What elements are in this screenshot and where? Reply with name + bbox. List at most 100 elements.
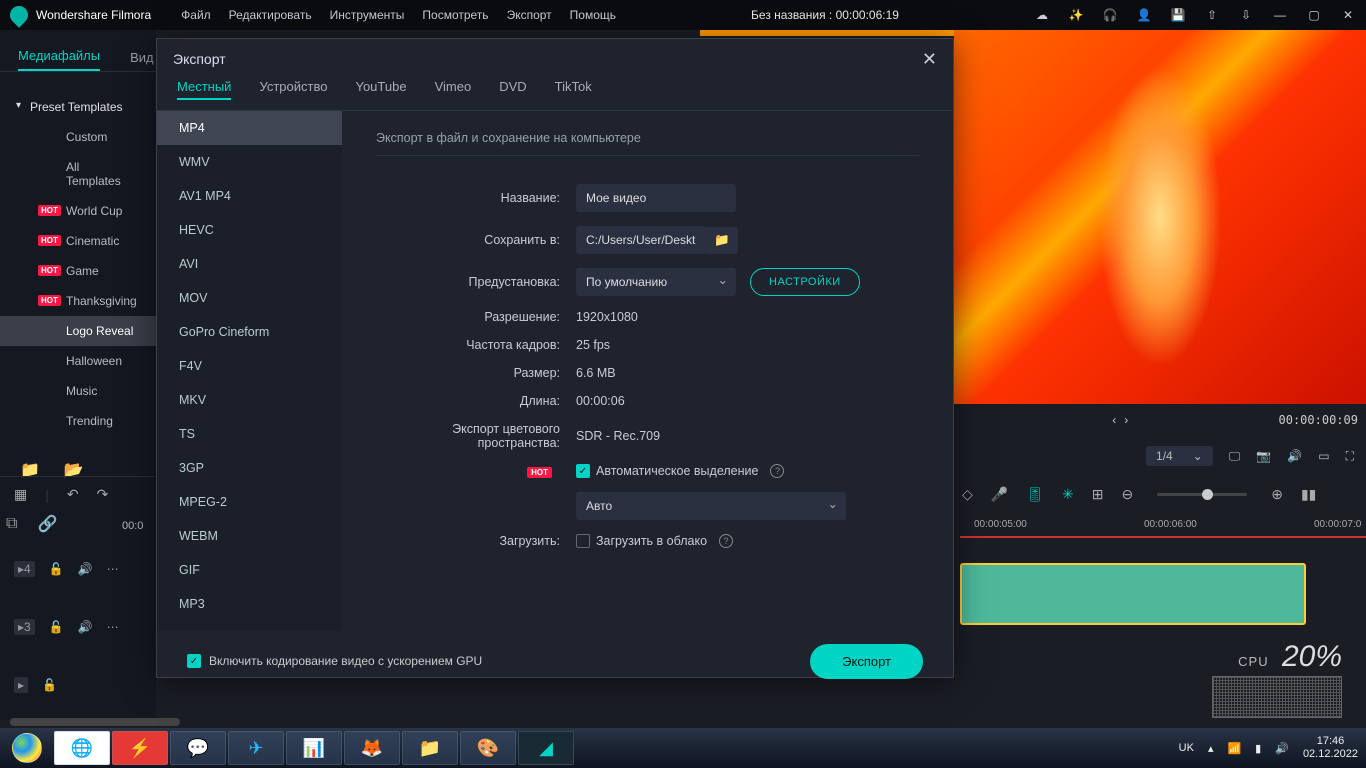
undo-icon[interactable]: ↶ bbox=[67, 486, 79, 503]
sidebar-tab-other[interactable]: Вид bbox=[130, 50, 154, 71]
volume-icon[interactable]: 🔊 bbox=[1287, 449, 1302, 463]
zoom-out-icon[interactable]: ⊖ bbox=[1121, 486, 1133, 503]
sparkle-icon[interactable]: ✨ bbox=[1068, 7, 1084, 23]
lock-icon[interactable]: 🔓 bbox=[49, 620, 64, 634]
format-gopro-cineform[interactable]: GoPro Cineform bbox=[157, 315, 342, 349]
gpu-checkbox[interactable]: ✓ bbox=[187, 654, 201, 668]
nav-arrow-left-icon[interactable]: ‹ bbox=[1112, 413, 1116, 427]
export-tab-vimeo[interactable]: Vimeo bbox=[435, 79, 472, 100]
format-mov[interactable]: MOV bbox=[157, 281, 342, 315]
browse-folder-icon[interactable]: 📁 bbox=[706, 227, 738, 254]
taskbar-telegram[interactable]: ✈ bbox=[228, 731, 284, 765]
battery-icon[interactable]: ▮ bbox=[1255, 742, 1261, 755]
lock-icon[interactable]: 🔓 bbox=[42, 678, 57, 692]
tray-chevron-icon[interactable]: ▴ bbox=[1208, 742, 1214, 755]
name-input[interactable] bbox=[576, 184, 736, 212]
timeline-ruler[interactable]: 00:00:05:00 00:00:06:00 00:00:07:0 bbox=[954, 512, 1366, 536]
monitor-icon[interactable]: 🖵 bbox=[1229, 449, 1241, 464]
redo-icon[interactable]: ↷ bbox=[97, 486, 109, 503]
sidebar-item-music[interactable]: Music bbox=[0, 376, 156, 406]
info-icon[interactable]: ? bbox=[719, 534, 733, 548]
settings-button[interactable]: НАСТРОЙКИ bbox=[750, 268, 860, 296]
menu-tools[interactable]: Инструменты bbox=[330, 8, 405, 22]
format-mp4[interactable]: MP4 bbox=[157, 111, 342, 145]
taskbar-paint[interactable]: 🎨 bbox=[460, 731, 516, 765]
track-badge[interactable]: ▸ bbox=[14, 677, 28, 693]
sidebar-tab-media[interactable]: Медиафайлы bbox=[18, 48, 100, 71]
expand-icon[interactable]: ⛶ bbox=[1346, 449, 1354, 464]
upload-cloud-checkbox[interactable] bbox=[576, 534, 590, 548]
timeline-clip[interactable] bbox=[960, 563, 1306, 625]
menu-view[interactable]: Посмотреть bbox=[422, 8, 488, 22]
export-tab-youtube[interactable]: YouTube bbox=[355, 79, 406, 100]
menu-file[interactable]: Файл bbox=[181, 8, 211, 22]
format-mkv[interactable]: MKV bbox=[157, 383, 342, 417]
format-wmv[interactable]: WMV bbox=[157, 145, 342, 179]
format-av1-mp4[interactable]: AV1 MP4 bbox=[157, 179, 342, 213]
auto-highlight-checkbox[interactable]: ✓ bbox=[576, 464, 590, 478]
more-icon[interactable]: ⋯ bbox=[107, 620, 119, 634]
sidebar-item-all-templates[interactable]: All Templates bbox=[0, 152, 156, 196]
track-badge[interactable]: ▸4 bbox=[14, 561, 35, 577]
taskbar-viber[interactable]: 💬 bbox=[170, 731, 226, 765]
export-tab-tiktok[interactable]: TikTok bbox=[555, 79, 592, 100]
clock[interactable]: 17:46 02.12.2022 bbox=[1303, 735, 1358, 761]
minimize-icon[interactable]: — bbox=[1272, 7, 1288, 23]
speaker-icon[interactable]: 🔊 bbox=[78, 562, 93, 576]
lock-icon[interactable]: 🔓 bbox=[49, 562, 64, 576]
cloud-icon[interactable]: ☁ bbox=[1034, 7, 1050, 23]
sidebar-header[interactable]: Preset Templates bbox=[0, 92, 156, 122]
zoom-slider[interactable] bbox=[1157, 493, 1247, 496]
network-icon[interactable]: 📶 bbox=[1227, 742, 1241, 755]
taskbar-firefox[interactable]: 🦊 bbox=[344, 731, 400, 765]
speaker-icon[interactable]: 🔊 bbox=[78, 620, 93, 634]
layout-icon[interactable]: ▭ bbox=[1318, 449, 1329, 463]
info-icon[interactable]: ? bbox=[770, 464, 784, 478]
download-icon[interactable]: ⇩ bbox=[1238, 7, 1254, 23]
zoom-in-icon[interactable]: ⊕ bbox=[1271, 486, 1283, 503]
menu-export[interactable]: Экспорт bbox=[507, 8, 552, 22]
avatar-icon[interactable]: 👤 bbox=[1136, 7, 1152, 23]
format-avi[interactable]: AVI bbox=[157, 247, 342, 281]
mixer-icon[interactable]: 🎚 bbox=[1026, 486, 1044, 503]
format-mp3[interactable]: MP3 bbox=[157, 587, 342, 621]
maximize-icon[interactable]: ▢ bbox=[1306, 7, 1322, 23]
taskbar-filmora[interactable]: ◢ bbox=[518, 731, 574, 765]
taskbar-chrome[interactable]: 🌐 bbox=[54, 731, 110, 765]
track-badge[interactable]: ▸3 bbox=[14, 619, 35, 635]
zoom-select[interactable]: 1/4⌄ bbox=[1146, 446, 1213, 466]
more-icon[interactable]: ⋯ bbox=[107, 562, 119, 576]
menu-edit[interactable]: Редактировать bbox=[229, 8, 312, 22]
menu-help[interactable]: Помощь bbox=[570, 8, 616, 22]
format-gif[interactable]: GIF bbox=[157, 553, 342, 587]
taskbar-app-red[interactable]: ⚡ bbox=[112, 731, 168, 765]
preset-select[interactable]: По умолчанию bbox=[576, 268, 736, 296]
export-tab-местный[interactable]: Местный bbox=[177, 79, 231, 100]
taskbar-explorer[interactable]: 📁 bbox=[402, 731, 458, 765]
export-button[interactable]: Экспорт bbox=[810, 644, 923, 679]
format-ts[interactable]: TS bbox=[157, 417, 342, 451]
close-icon[interactable]: ✕ bbox=[1340, 7, 1356, 23]
headphones-icon[interactable]: 🎧 bbox=[1102, 7, 1118, 23]
sidebar-item-thanksgiving[interactable]: HOTThanksgiving bbox=[0, 286, 156, 316]
export-tab-устройство[interactable]: Устройство bbox=[259, 79, 327, 100]
dialog-close-icon[interactable]: ✕ bbox=[922, 49, 937, 70]
sidebar-item-logo-reveal[interactable]: Logo Reveal bbox=[0, 316, 156, 346]
format-mpeg-2[interactable]: MPEG-2 bbox=[157, 485, 342, 519]
timeline-scrollbar[interactable] bbox=[10, 718, 956, 726]
save-path-input[interactable] bbox=[576, 226, 706, 254]
format-f4v[interactable]: F4V bbox=[157, 349, 342, 383]
sidebar-item-halloween[interactable]: Halloween bbox=[0, 346, 156, 376]
timeline-view-icon[interactable]: ▮▮ bbox=[1301, 486, 1316, 503]
camera-icon[interactable]: 📷 bbox=[1256, 449, 1271, 463]
export-tab-dvd[interactable]: DVD bbox=[499, 79, 526, 100]
grid-icon[interactable]: ▦ bbox=[14, 486, 27, 503]
save-icon[interactable]: 💾 bbox=[1170, 7, 1186, 23]
auto-highlight-select[interactable]: Авто bbox=[576, 492, 846, 520]
marker-icon[interactable]: ◇ bbox=[962, 486, 973, 503]
link-icon[interactable]: 🔗 bbox=[37, 514, 57, 534]
format-hevc[interactable]: HEVC bbox=[157, 213, 342, 247]
format-webm[interactable]: WEBM bbox=[157, 519, 342, 553]
upload-icon[interactable]: ⇧ bbox=[1204, 7, 1220, 23]
nav-arrow-right-icon[interactable]: › bbox=[1124, 413, 1128, 427]
